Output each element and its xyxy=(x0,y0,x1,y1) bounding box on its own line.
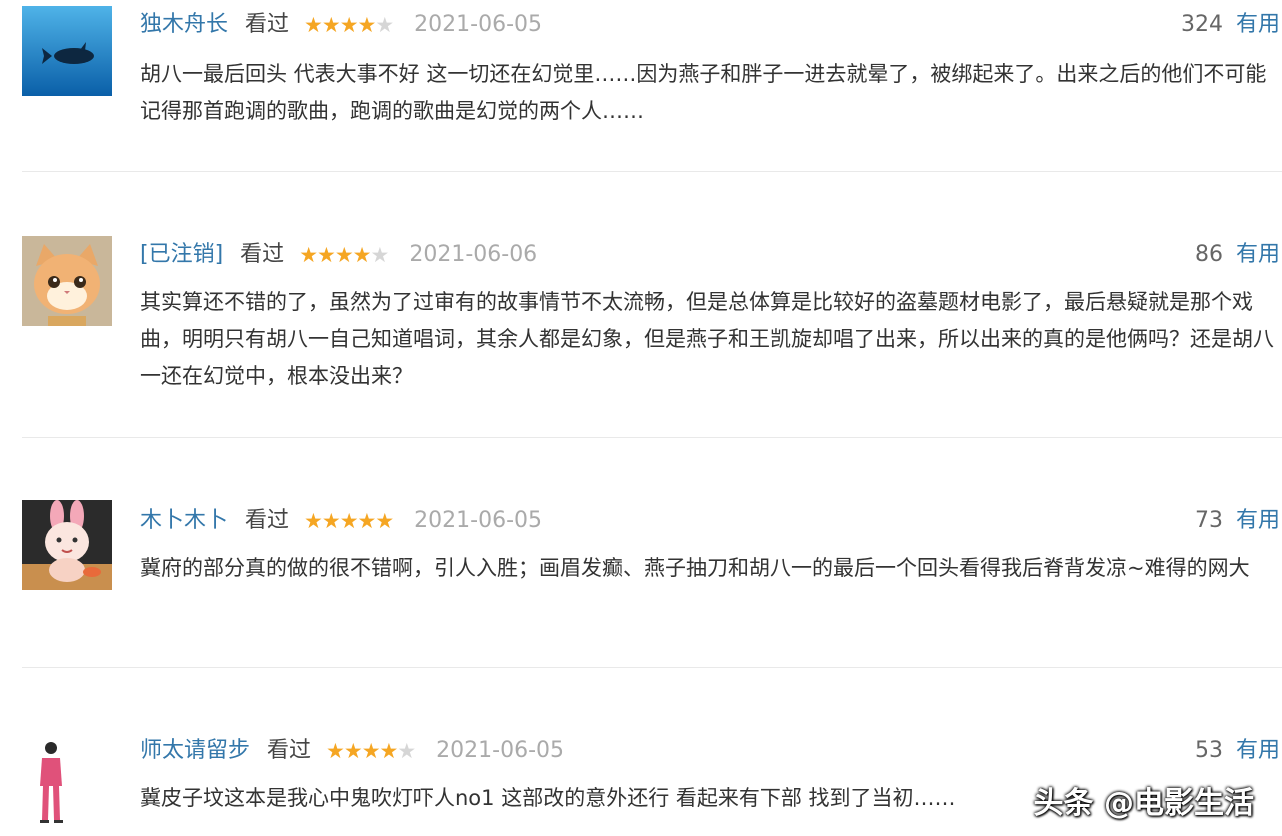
star-filled-icon: ★ xyxy=(339,509,359,533)
comment-meta: 木卜木卜 看过 ★★★★★ 2021-06-05 xyxy=(140,504,1282,538)
comment-text: 冀府的部分真的做的很不错啊，引人入胜；画眉发癫、燕子抽刀和胡八一的最后一个回头看… xyxy=(140,556,1250,580)
user-name-link[interactable]: [已注销] xyxy=(140,242,223,267)
comment-meta: [已注销] 看过 ★★★★★ 2021-06-06 xyxy=(140,238,1282,272)
user-avatar[interactable] xyxy=(22,6,112,96)
star-filled-icon: ★ xyxy=(375,509,394,533)
star-filled-icon: ★ xyxy=(379,739,399,763)
star-empty-icon: ★ xyxy=(397,739,416,763)
user-avatar[interactable] xyxy=(22,500,112,590)
user-avatar[interactable] xyxy=(24,736,84,826)
vote-area: 53 有用 xyxy=(1195,734,1280,768)
user-name-link[interactable]: 独木舟长 xyxy=(140,12,228,37)
watermark: 头条 @电影生活 xyxy=(1033,786,1254,821)
vote-area: 86 有用 xyxy=(1195,238,1280,272)
comment-date: 2021-06-05 xyxy=(436,738,565,763)
watch-status: 看过 xyxy=(240,242,285,267)
star-filled-icon: ★ xyxy=(339,13,359,37)
star-filled-icon: ★ xyxy=(357,509,377,533)
comment-item: 独木舟长 看过 ★★★★★ 2021-06-05 324 有用 胡八一最后回头 … xyxy=(0,0,1282,172)
star-filled-icon: ★ xyxy=(326,739,345,763)
rating-stars: ★★★★★ xyxy=(299,238,390,272)
comment-text: 胡八一最后回头 代表大事不好 这一切还在幻觉里……因为燕子和胖子一进去就晕了，被… xyxy=(140,62,1267,123)
useful-vote-button[interactable]: 有用 xyxy=(1236,738,1280,763)
watch-status: 看过 xyxy=(245,508,290,533)
star-filled-icon: ★ xyxy=(299,243,318,267)
rating-stars: ★★★★★ xyxy=(326,734,416,768)
comment-meta: 独木舟长 看过 ★★★★★ 2021-06-05 xyxy=(140,8,1282,42)
vote-count: 86 xyxy=(1194,242,1223,267)
vote-area: 73 有用 xyxy=(1195,504,1280,538)
comment-date: 2021-06-06 xyxy=(409,242,538,267)
whale-avatar-icon xyxy=(22,6,112,96)
star-filled-icon: ★ xyxy=(352,243,372,267)
useful-vote-button[interactable]: 有用 xyxy=(1236,12,1280,37)
star-filled-icon: ★ xyxy=(317,243,336,267)
comment-meta: 师太请留步 看过 ★★★★★ 2021-06-05 xyxy=(140,734,1282,768)
useful-vote-button[interactable]: 有用 xyxy=(1236,508,1280,533)
star-empty-icon: ★ xyxy=(375,13,394,37)
star-filled-icon: ★ xyxy=(321,13,341,37)
figure-avatar-icon xyxy=(24,736,84,826)
cat-avatar-icon xyxy=(22,236,112,326)
star-filled-icon: ★ xyxy=(304,13,323,37)
comment-item: 木卜木卜 看过 ★★★★★ 2021-06-05 73 有用 冀府的部分真的做的… xyxy=(0,438,1282,668)
star-empty-icon: ★ xyxy=(370,243,390,267)
vote-count: 324 xyxy=(1180,12,1223,37)
watch-status: 看过 xyxy=(245,12,290,37)
comment-date: 2021-06-05 xyxy=(414,12,543,37)
star-filled-icon: ★ xyxy=(334,243,354,267)
comment-list: 独木舟长 看过 ★★★★★ 2021-06-05 324 有用 胡八一最后回头 … xyxy=(0,0,1282,836)
star-filled-icon: ★ xyxy=(343,739,363,763)
useful-vote-button[interactable]: 有用 xyxy=(1236,242,1280,267)
star-filled-icon: ★ xyxy=(304,509,323,533)
comment-text: 其实算还不错的了，虽然为了过审有的故事情节不太流畅，但是总体算是比较好的盗墓题材… xyxy=(140,290,1274,388)
star-filled-icon: ★ xyxy=(361,739,381,763)
watch-status: 看过 xyxy=(267,738,312,763)
user-name-link[interactable]: 木卜木卜 xyxy=(140,508,228,533)
vote-area: 324 有用 xyxy=(1181,8,1280,42)
bunny-avatar-icon xyxy=(22,500,112,590)
user-avatar[interactable] xyxy=(22,236,112,326)
vote-count: 73 xyxy=(1194,508,1223,533)
user-name-link[interactable]: 师太请留步 xyxy=(140,738,250,763)
vote-count: 53 xyxy=(1194,738,1223,763)
star-filled-icon: ★ xyxy=(321,509,341,533)
rating-stars: ★★★★★ xyxy=(304,504,394,538)
rating-stars: ★★★★★ xyxy=(304,8,394,42)
comment-item: [已注销] 看过 ★★★★★ 2021-06-06 86 有用 其实算还不错的了… xyxy=(0,172,1282,438)
comment-date: 2021-06-05 xyxy=(414,508,543,533)
star-filled-icon: ★ xyxy=(357,13,377,37)
